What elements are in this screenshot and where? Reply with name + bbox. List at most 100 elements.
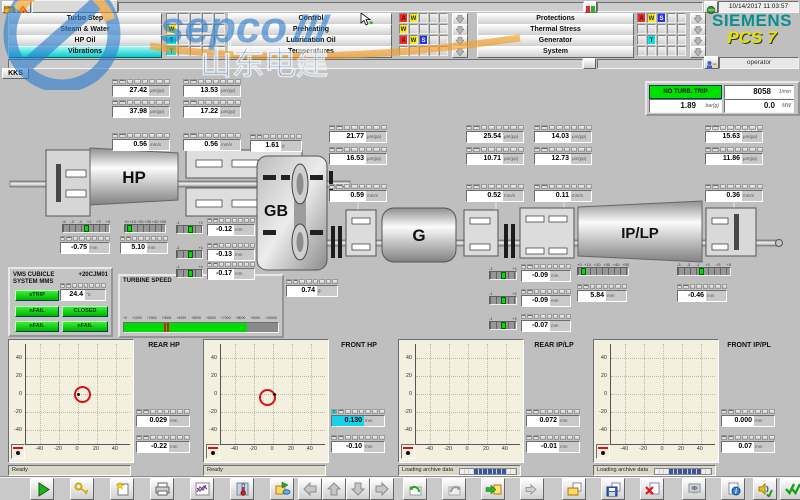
alarm-badge-s-protections: S [657,13,666,23]
alarm-icon[interactable] [16,1,31,13]
axial-hp-right-seg-1 [126,236,131,241]
plot-legend-icon[interactable] [206,444,220,459]
screen-tab[interactable] [32,0,118,13]
vib-iplp-rear-2-seg-1 [712,184,718,189]
vib-iplp-rear-1-seg-1 [712,147,718,152]
trend-panel-front-ip-pl: FRONT IP/PL-40-200204040200-20-40Loading… [593,337,783,477]
toolbar-info-button[interactable]: i [721,478,745,500]
plot-xtick: 40 [499,446,511,452]
vib-hp-front-0-seg-2 [127,79,133,84]
plot-front-ip-pl-readout-1-value: 0.07 [722,442,754,452]
vib-gen-rear-0-seg-2 [481,125,487,130]
badge-cell-empty [647,24,656,34]
operator-field[interactable]: operator [719,57,799,69]
toolbar-screen-forward-button[interactable] [520,478,544,500]
menu-button-temperatures[interactable]: Temperatures [230,46,392,58]
toolbar-undo-button[interactable] [403,478,427,500]
plot-xtick: 0 [266,446,278,452]
vms-fail-a-button[interactable]: nFAIL [15,306,59,317]
kks-button[interactable]: KKS [2,68,29,79]
toolbar-play-button[interactable] [30,478,54,500]
vib-hp-rear-1-limit-bar [183,100,241,105]
toolbar-nav-right-button[interactable] [370,478,394,500]
plot-area-rear-hp[interactable] [25,344,130,445]
menu-expand-arrow-temperatures[interactable] [452,46,468,58]
trend-panel-rear-ip-lp: REAR IP/LP-40-200204040200-20-40Loading … [398,337,588,477]
plot-legend-icon[interactable] [401,444,415,459]
vms-cubicle-panel: VMS CUBICLE SYSTEM MMS +20CJM01 sTRIP nF… [8,267,113,337]
vib-hp-rear-2-seg-4 [213,133,219,138]
toolbar-trend-button[interactable] [190,478,214,500]
vib-hp-front-2-seg-3 [134,133,140,138]
vib-iplp-rear-0-limit-bar [705,125,763,130]
plot-front-hp-readout-1-seg-2 [345,435,351,440]
project-icon[interactable] [2,1,17,13]
badge-cell-empty [178,35,189,45]
axial-gb-2: -0.13mm [207,243,255,261]
badge-cell-empty [637,35,646,45]
axial-hp-right-seg-2 [132,236,137,241]
toolbar-archive-export-button[interactable] [270,478,294,500]
alarm-badge-w-control: W [409,13,418,23]
vms-fail-b-button[interactable]: nFAIL [15,321,59,332]
axial-gb-3-value-box: -0.17mm [207,268,255,280]
toolbar-save-archive-button[interactable] [601,478,625,500]
plot-legend-icon[interactable] [11,444,25,459]
status-split-icon[interactable] [583,58,596,69]
vms-fail-c-button[interactable]: nFAIL [62,321,108,332]
plot-front-hp-readout-0-seg-1 [338,409,344,414]
vms-strip-button[interactable]: sTRIP [15,290,59,301]
plot-area-front-ip-pl[interactable] [610,344,715,445]
vib-gb-output-2-unit: mm/s [366,191,386,201]
plot-rear-hp-readout-1-seg-3 [157,435,163,440]
alarm-badge-t-vibrations: T [166,46,177,56]
axial-hp-right-value-box: 5.10mm [120,242,168,254]
axial-gb-2-seg-7 [250,243,255,248]
vib-gb-output-2-seg-3 [351,184,357,189]
toolbar-open-archive-button[interactable] [562,478,586,500]
toolbar-monitor-button[interactable] [682,478,706,500]
plot-area-front-hp[interactable] [220,344,325,445]
toolbar-screen-import-button[interactable] [481,478,505,500]
vib-hp-rear-1-seg-1 [190,100,196,105]
axial-gen-3-seg-6 [559,314,564,319]
vib-gen-rear-2-unit: mm/s [503,191,523,201]
badge-cell-empty [429,46,438,56]
toolbar-print-button[interactable] [150,478,174,500]
axial-gen-1-seg-5 [553,264,558,269]
accel-gb-top-seg-5 [283,134,289,139]
toolbar-nav-up-button[interactable] [322,478,346,500]
toolbar-key-button[interactable] [70,478,94,500]
vib-gen-front-1: 12.73µm(pp) [534,147,592,165]
toolbar-nav-down-button[interactable] [346,478,370,500]
toolbar-acknowledge-all-button[interactable] [780,478,800,500]
plot-xtick: 40 [109,446,121,452]
toolbar-audio-ack-button[interactable] [753,478,777,500]
user-icon[interactable] [704,56,719,69]
plot-legend-icon[interactable] [596,444,610,459]
vib-hp-rear-2-seg-6 [227,133,233,138]
toolbar-new-screen-button[interactable] [110,478,134,500]
delete-archive-icon [644,481,661,497]
accel-gb-top-seg-7 [296,134,302,139]
message-split-icon[interactable] [584,1,597,13]
menu-button-vibrations[interactable]: Vibrations [8,46,162,58]
axial-gb-2-seg-2 [219,243,224,248]
toolbar-delete-archive-button[interactable] [640,478,664,500]
accel-gb-bottom-value-box: 0.74g [286,285,338,297]
plot-rear-hp-readout-1-unit: mm [169,442,189,452]
plot-area-rear-ip-lp[interactable] [415,344,520,445]
vms-closed-button[interactable]: CLOSED [62,306,108,317]
plot-xtick: 20 [285,446,297,452]
vib-hp-front-0-seg-5 [149,79,155,84]
menu-button-system[interactable]: System [477,46,634,58]
toolbar-nav-left-button[interactable] [298,478,322,500]
vib-gen-rear-1-seg-7 [518,147,524,152]
vib-gen-rear-0-seg-4 [496,125,502,130]
axial-iplp-left-value-box: 5.84mm [577,290,627,302]
axial-hp-right-value: 5.10 [121,243,147,253]
toolbar-redo-button[interactable] [442,478,466,500]
plot-rear-hp-readout-1-value-box: -0.22mm [136,441,190,453]
axial-gb-2-limit-bar [207,243,255,248]
toolbar-thermometer-button[interactable] [230,478,254,500]
